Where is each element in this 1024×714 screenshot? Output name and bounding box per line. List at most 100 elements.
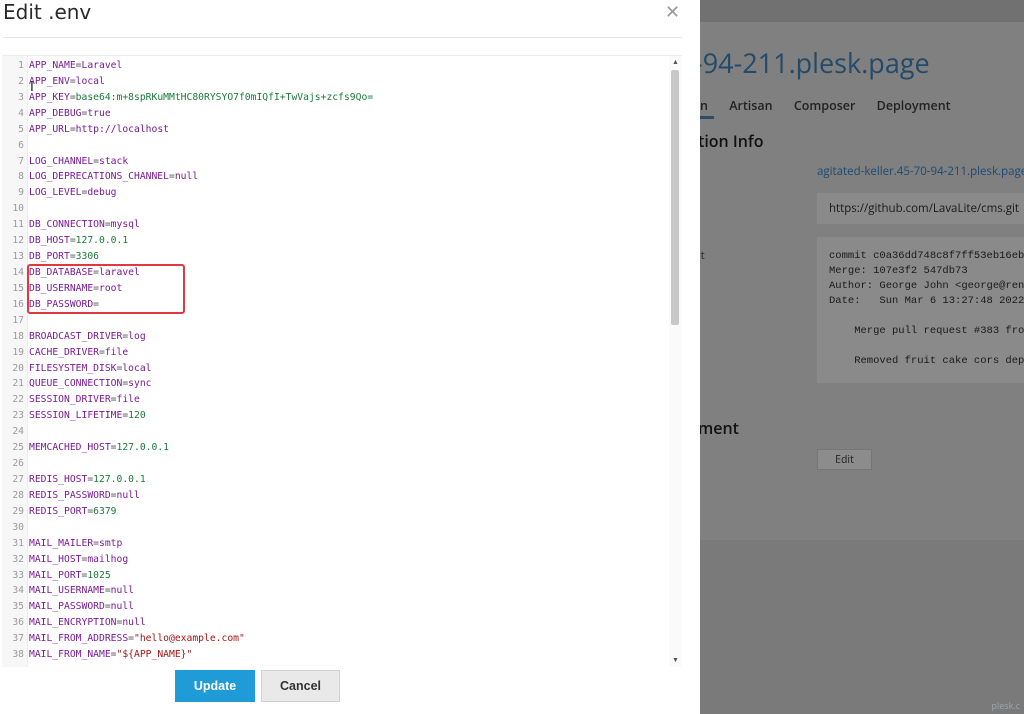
code-line[interactable]: 5 APP_URL=http://localhost [2, 122, 667, 138]
line-content: APP_URL=http://localhost [29, 122, 169, 138]
line-number: 24 [12, 426, 24, 438]
env-key: MAIL_FROM_ADDRESS [29, 633, 129, 645]
env-value: file [104, 346, 129, 358]
line-number: 34 [12, 585, 24, 597]
env-key: SESSION_DRIVER [29, 394, 111, 406]
code-line[interactable]: 26 [2, 456, 667, 472]
code-line[interactable]: 31 MAIL_MAILER=smtp [2, 536, 667, 552]
scrollbar-thumb[interactable] [671, 70, 679, 325]
tab-artisan[interactable]: Artisan [729, 97, 772, 114]
code-line[interactable]: 30 [2, 520, 667, 536]
env-value: file [116, 394, 140, 406]
code-line[interactable]: 32 MAIL_HOST=mailhog [2, 552, 667, 568]
env-value: 1025 [87, 569, 111, 581]
line-number: 25 [12, 442, 24, 454]
cancel-button[interactable]: Cancel [261, 670, 340, 702]
code-line[interactable]: 27 REDIS_HOST=127.0.0.1 [2, 472, 667, 488]
line-number: 9 [18, 187, 24, 199]
line-content: MAIL_USERNAME=null [29, 583, 134, 599]
env-key: SESSION_LIFETIME [29, 410, 123, 422]
code-line[interactable]: 34 MAIL_USERNAME=null [2, 583, 667, 599]
code-line[interactable]: 29 REDIS_PORT=6379 [2, 504, 667, 520]
tab-composer[interactable]: Composer [794, 97, 856, 114]
code-line[interactable]: 38 MAIL_FROM_NAME="${APP_NAME}" [2, 647, 667, 663]
env-key: APP_NAME [29, 60, 76, 71]
code-line[interactable]: 10 [2, 201, 667, 217]
code-line[interactable]: 33 MAIL_PORT=1025 [2, 568, 667, 584]
code-line[interactable]: 24 [2, 424, 667, 440]
env-key: MAIL_ENCRYPTION [29, 617, 117, 629]
env-value: 127.0.0.1 [75, 235, 129, 247]
code-line[interactable]: 4 APP_DEBUG=true [2, 106, 667, 122]
line-content: SESSION_DRIVER=file [29, 392, 140, 408]
code-line[interactable]: 20 FILESYSTEM_DISK=local [2, 361, 667, 377]
code-line[interactable]: 7 LOG_CHANNEL=stack [2, 154, 667, 170]
line-content: APP_DEBUG=true [29, 106, 111, 122]
code-line[interactable]: 18 BROADCAST_DRIVER=log [2, 329, 667, 345]
line-content: MEMCACHED_HOST=127.0.0.1 [29, 440, 169, 456]
line-content: MAIL_PORT=1025 [29, 568, 111, 584]
env-code-editor[interactable]: 1 APP_NAME=Laravel 2 APP_ENV=local 3 APP_KEY=… [2, 55, 682, 667]
line-content: MAIL_FROM_ADDRESS="hello@example.com" [29, 631, 245, 647]
background-lower [700, 540, 1024, 714]
line-content: BROADCAST_DRIVER=log [29, 329, 146, 345]
code-line[interactable]: 8 LOG_DEPRECATIONS_CHANNEL=null [2, 169, 667, 185]
line-content: DB_CONNECTION=mysql [29, 217, 140, 233]
code-line[interactable]: 22 SESSION_DRIVER=file [2, 392, 667, 408]
code-line[interactable]: 35 MAIL_PASSWORD=null [2, 599, 667, 615]
line-number: 27 [12, 473, 24, 485]
line-content: APP_KEY=base64:m+8spRKuMMtHC80RYSYO7f0mI… [29, 90, 373, 106]
line-number: 2 [18, 75, 24, 87]
line-number: 16 [12, 298, 24, 310]
env-value: base64:m+8spRKuMMtHC80RYSYO7f0mIQfI+TwVa… [75, 91, 374, 103]
code-line[interactable]: 19 CACHE_DRIVER=file [2, 345, 667, 361]
update-button[interactable]: Update [175, 670, 255, 702]
env-value: null [116, 489, 140, 501]
env-value: null [174, 171, 199, 183]
code-line[interactable]: 17 [2, 313, 667, 329]
environment-heading: ment [700, 417, 739, 439]
env-key: MAIL_HOST [29, 553, 82, 565]
code-line[interactable]: 28 REDIS_PASSWORD=null [2, 488, 667, 504]
line-number: 33 [12, 569, 24, 581]
env-value: mysql [110, 219, 140, 231]
env-key: MAIL_PASSWORD [29, 601, 105, 613]
code-line[interactable]: 6 [2, 138, 667, 154]
line-content: LOG_CHANNEL=stack [29, 154, 128, 170]
code-line[interactable]: 12 DB_HOST=127.0.0.1 [2, 233, 667, 249]
text-cursor-icon: I [30, 80, 34, 95]
env-key: REDIS_PASSWORD [29, 489, 111, 501]
code-lines: 1 APP_NAME=Laravel 2 APP_ENV=local 3 APP_KEY=… [2, 58, 667, 663]
env-key: APP_DEBUG [29, 107, 82, 119]
editor-scrollbar[interactable]: ▲ ▼ [669, 56, 682, 667]
tab-deployment[interactable]: Deployment [877, 97, 951, 114]
env-value: null [122, 617, 146, 629]
edit-env-button[interactable]: Edit [817, 449, 872, 470]
env-value: 127.0.0.1 [93, 473, 146, 485]
env-value: smtp [99, 537, 123, 549]
code-line[interactable]: 23 SESSION_LIFETIME=120 [2, 408, 667, 424]
code-line[interactable]: 36 MAIL_ENCRYPTION=null [2, 615, 667, 631]
scroll-down-icon[interactable]: ▼ [672, 656, 679, 665]
commit-text: commit c0a36dd748c8f7ff53eb16eb5 Merge: … [829, 250, 1024, 367]
line-content: CACHE_DRIVER=file [29, 345, 128, 361]
code-line[interactable]: 13 DB_PORT=3306 [2, 249, 667, 265]
code-line[interactable]: 2 APP_ENV=local [2, 74, 667, 90]
tab-partial[interactable]: n [700, 97, 708, 114]
code-line[interactable]: 37 MAIL_FROM_ADDRESS="hello@example.com" [2, 631, 667, 647]
code-line[interactable]: 25 MEMCACHED_HOST=127.0.0.1 [2, 440, 667, 456]
code-line[interactable]: 3 APP_KEY=base64:m+8spRKuMMtHC80RYSYO7f0m… [2, 90, 667, 106]
env-value: "hello@example.com" [134, 633, 245, 645]
code-line[interactable]: 1 APP_NAME=Laravel [2, 58, 667, 74]
line-number: 30 [12, 521, 24, 533]
code-line[interactable]: 11 DB_CONNECTION=mysql [2, 217, 667, 233]
site-tabs: n Artisan Composer Deployment [700, 97, 969, 114]
scroll-up-icon[interactable]: ▲ [672, 58, 679, 67]
code-line[interactable]: 9 LOG_LEVEL=debug [2, 185, 667, 201]
line-number: 15 [12, 282, 24, 294]
site-link[interactable]: agitated-keller.45-70-94-211.plesk.page [817, 164, 1024, 179]
code-line[interactable]: 21 QUEUE_CONNECTION=sync [2, 376, 667, 392]
env-value: Laravel [81, 60, 123, 71]
line-content: MAIL_PASSWORD=null [29, 599, 134, 615]
close-icon[interactable]: ✕ [665, 2, 680, 23]
